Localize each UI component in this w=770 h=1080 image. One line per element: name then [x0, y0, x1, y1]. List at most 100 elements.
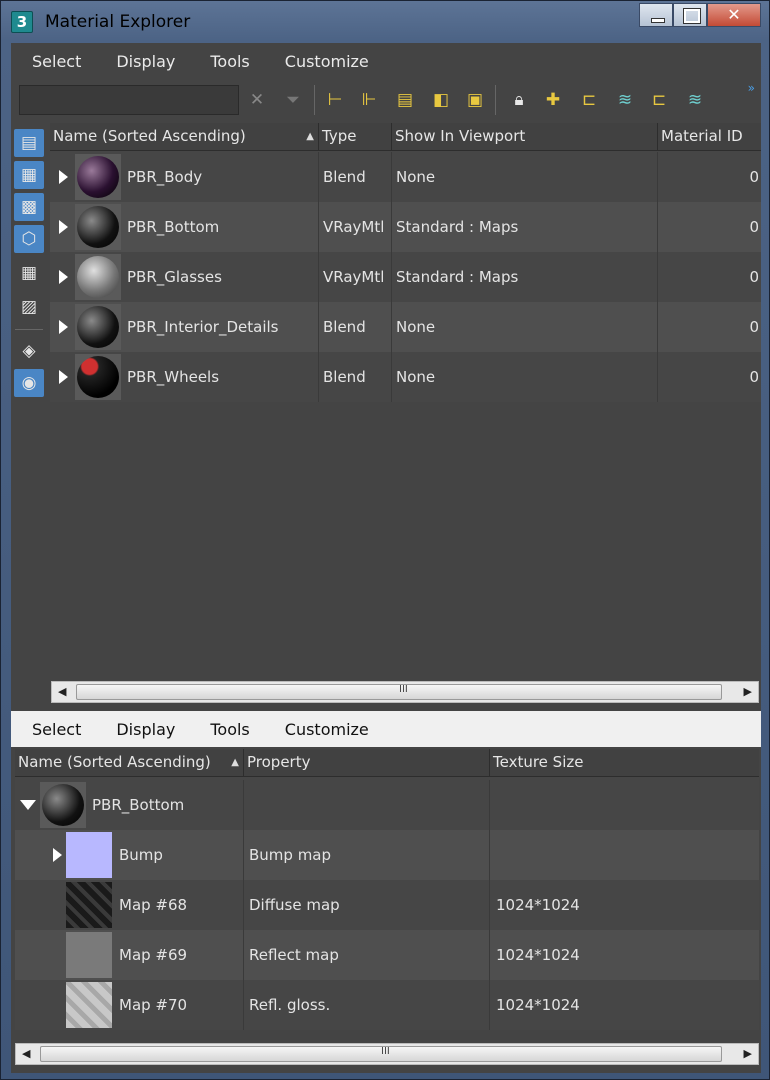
title-bar[interactable]: 3 Material Explorer — [1, 1, 769, 43]
table-row[interactable]: Map #70 Refl. gloss. 1024*1024 — [15, 980, 759, 1030]
table-row[interactable]: PBR_Bottom — [15, 780, 759, 830]
table-row[interactable]: PBR_Bottom VRayMtl Standard : Maps 0 — [50, 202, 761, 252]
column-name[interactable]: Name (Sorted Ascending) ▲ — [50, 123, 319, 151]
menu-display[interactable]: Display — [95, 52, 189, 71]
left-filter-bar: ▤ ▦ ▩ ⬡ ▦ ▨ ◈ ◉ — [11, 123, 47, 723]
list-view-icon[interactable]: ▤ — [14, 129, 44, 157]
display-materials-icon[interactable]: ▦ — [14, 161, 44, 189]
scroll-right-icon[interactable]: ▶ — [744, 1047, 752, 1060]
table-row[interactable]: PBR_Body Blend None 0 — [50, 152, 761, 202]
sort-ascending-icon: ▲ — [306, 131, 314, 142]
map-property: Diffuse map — [244, 880, 490, 930]
top-menubar: Select Display Tools Customize — [11, 43, 761, 79]
layers-icon[interactable]: ≋ — [613, 87, 637, 113]
scroll-right-icon[interactable]: ▶ — [744, 685, 752, 698]
display-assigned-children-icon[interactable]: ⊩ — [357, 87, 381, 113]
expand-arrow-icon[interactable] — [59, 320, 68, 334]
display-unused-maps-icon[interactable]: ▨ — [14, 293, 44, 321]
column-name[interactable]: Name (Sorted Ascending) ▲ — [15, 749, 244, 777]
column-texture-size[interactable]: Texture Size — [490, 749, 759, 777]
material-id: 0 — [749, 218, 759, 236]
column-property[interactable]: Property — [244, 749, 490, 777]
table-row[interactable]: Map #68 Diffuse map 1024*1024 — [15, 880, 759, 930]
scene-objects-icon[interactable]: ◈ — [14, 337, 44, 365]
sort-hierarchy-icon[interactable]: ⊏ — [647, 87, 671, 113]
display-objects-icon[interactable]: ⬡ — [14, 225, 44, 253]
collapse-arrow-icon[interactable] — [20, 800, 36, 810]
material-viewport: Standard : Maps — [392, 252, 658, 302]
lock-icon[interactable]: 🔒︎ — [507, 87, 531, 113]
table-row[interactable]: PBR_Wheels Blend None 0 — [50, 352, 761, 402]
map-property: Refl. gloss. — [244, 980, 490, 1030]
material-ball-icon[interactable]: ◉ — [14, 369, 44, 397]
hierarchy-icon[interactable]: ⊏ — [577, 87, 601, 113]
material-name: PBR_Interior_Details — [127, 302, 319, 352]
show-selected-icon[interactable]: ▣ — [463, 87, 487, 113]
material-viewport: Standard : Maps — [392, 202, 658, 252]
root-material-name: PBR_Bottom — [92, 780, 244, 830]
map-thumbnail — [66, 932, 112, 978]
menu-display[interactable]: Display — [95, 720, 189, 739]
maps-grid: Name (Sorted Ascending) ▲ Property Textu… — [15, 749, 759, 1030]
table-row[interactable]: Bump Bump map — [15, 830, 759, 880]
layer-stack-icon[interactable]: ≋ — [683, 87, 707, 113]
column-type[interactable]: Type — [319, 123, 392, 151]
menu-tools[interactable]: Tools — [189, 720, 263, 739]
material-thumbnail — [75, 254, 121, 300]
expand-arrow-icon[interactable] — [59, 220, 68, 234]
show-untagged-icon[interactable]: ◧ — [429, 87, 453, 113]
material-id: 0 — [749, 318, 759, 336]
material-id: 0 — [749, 368, 759, 386]
display-children-icon[interactable]: ⊢ — [323, 87, 347, 113]
menu-tools[interactable]: Tools — [189, 52, 263, 71]
toolbar: ✕ ⏷ ⊢ ⊩ ▤ ◧ ▣ 🔒︎ ✚ ⊏ ≋ ⊏ ≋ » — [11, 79, 761, 121]
map-property: Reflect map — [244, 930, 490, 980]
material-thumbnail — [75, 204, 121, 250]
expand-arrow-icon[interactable] — [59, 170, 68, 184]
expand-arrow-icon[interactable] — [53, 848, 62, 862]
app-icon: 3 — [11, 11, 33, 33]
material-type: Blend — [319, 152, 392, 202]
materials-grid-header: Name (Sorted Ascending) ▲ Type Show In V… — [50, 123, 761, 151]
display-maps-icon[interactable]: ▩ — [14, 193, 44, 221]
toolbar-overflow-icon[interactable]: » — [748, 81, 755, 95]
search-input[interactable] — [19, 85, 239, 115]
checker-icon[interactable]: ▦ — [14, 259, 44, 287]
map-thumbnail — [66, 832, 112, 878]
table-row[interactable]: PBR_Glasses VRayMtl Standard : Maps 0 — [50, 252, 761, 302]
map-thumbnail — [66, 882, 112, 928]
maximize-button[interactable] — [673, 3, 707, 27]
material-thumbnail — [40, 782, 86, 828]
scroll-left-icon[interactable]: ◀ — [22, 1047, 30, 1060]
clear-search-icon[interactable]: ✕ — [245, 87, 269, 113]
menu-select[interactable]: Select — [11, 720, 95, 739]
scroll-left-icon[interactable]: ◀ — [58, 685, 66, 698]
map-name: Bump — [119, 830, 244, 880]
expand-arrow-icon[interactable] — [59, 370, 68, 384]
client-area: Select Display Tools Customize ✕ ⏷ ⊢ ⊩ ▤… — [11, 43, 761, 1073]
show-maps-icon[interactable]: ▤ — [393, 87, 417, 113]
menu-select[interactable]: Select — [11, 52, 95, 71]
column-name-label: Name (Sorted Ascending) — [18, 753, 211, 771]
expand-arrow-icon[interactable] — [59, 270, 68, 284]
add-layer-icon[interactable]: ✚ — [541, 87, 565, 113]
grid-empty-area — [50, 402, 761, 693]
material-thumbnail — [75, 304, 121, 350]
column-show-in-viewport[interactable]: Show In Viewport — [392, 123, 658, 151]
close-button[interactable] — [707, 3, 761, 27]
menu-customize[interactable]: Customize — [264, 720, 383, 739]
scroll-thumb[interactable]: III — [76, 684, 722, 700]
sort-ascending-icon: ▲ — [231, 757, 239, 768]
menu-customize[interactable]: Customize — [264, 52, 383, 71]
table-row[interactable]: PBR_Interior_Details Blend None 0 — [50, 302, 761, 352]
column-material-id[interactable]: Material ID — [658, 123, 761, 151]
material-viewport: None — [392, 152, 658, 202]
table-row[interactable]: Map #69 Reflect map 1024*1024 — [15, 930, 759, 980]
bottom-horizontal-scrollbar[interactable]: ◀ III ▶ — [15, 1043, 759, 1065]
top-horizontal-scrollbar[interactable]: ◀ III ▶ — [51, 681, 759, 703]
scroll-thumb[interactable]: III — [40, 1046, 722, 1062]
map-property: Bump map — [244, 830, 490, 880]
filter-icon[interactable]: ⏷ — [281, 87, 305, 113]
minimize-button[interactable] — [639, 3, 673, 27]
material-type: Blend — [319, 302, 392, 352]
